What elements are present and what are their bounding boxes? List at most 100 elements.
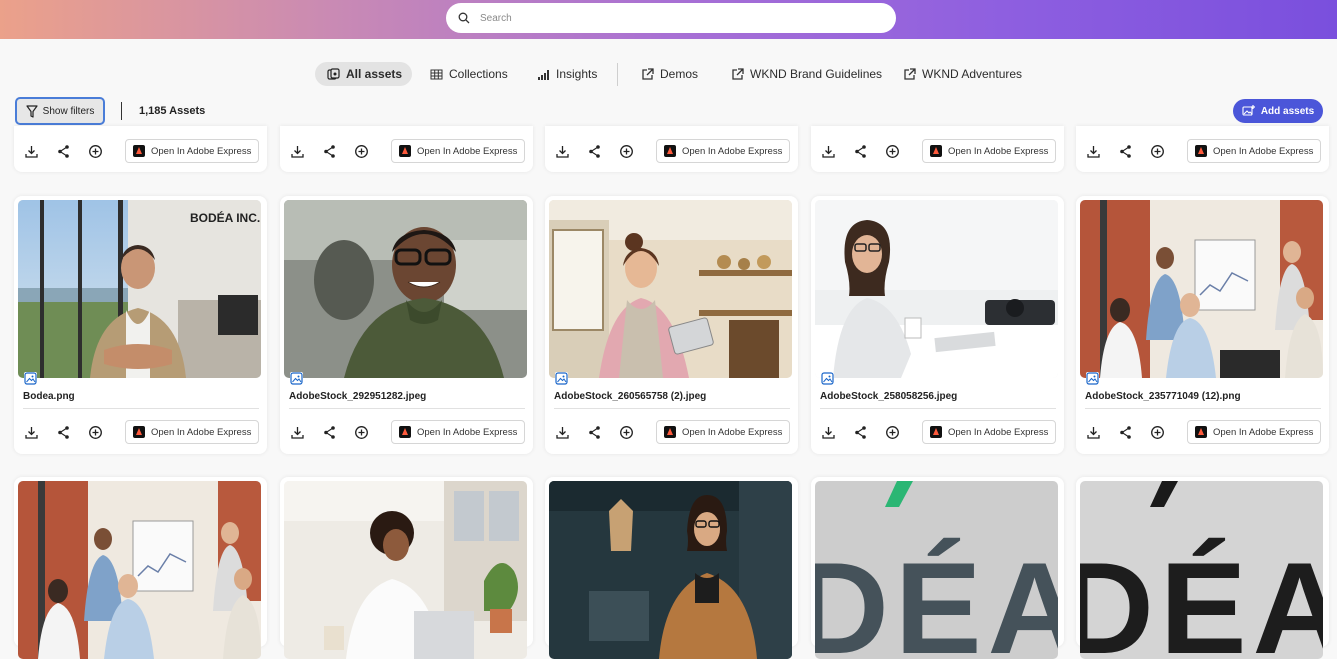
download-icon[interactable] xyxy=(821,425,836,440)
main-nav: All assets Collections Insights Demos WK… xyxy=(0,62,1337,86)
search-bar[interactable] xyxy=(446,3,896,33)
share-icon[interactable] xyxy=(587,144,602,159)
asset-card[interactable]: BODÉA INC. Bodea.png Open In Adobe Expre… xyxy=(14,196,267,454)
open-in-adobe-express-button[interactable]: Open In Adobe Express xyxy=(391,420,525,444)
add-to-collection-icon[interactable] xyxy=(885,144,900,159)
add-to-collection-icon[interactable] xyxy=(1150,144,1165,159)
open-in-adobe-express-label: Open In Adobe Express xyxy=(1213,145,1314,157)
open-in-adobe-express-label: Open In Adobe Express xyxy=(417,426,518,438)
adobe-express-icon xyxy=(664,426,676,438)
asset-thumbnail[interactable] xyxy=(18,481,261,659)
open-in-adobe-express-button[interactable]: Open In Adobe Express xyxy=(1187,139,1321,163)
asset-thumbnail[interactable]: DÉA I xyxy=(815,481,1058,659)
share-icon[interactable] xyxy=(853,425,868,440)
asset-card[interactable]: Open In Adobe Express xyxy=(811,126,1064,172)
open-in-adobe-express-button[interactable]: Open In Adobe Express xyxy=(656,139,790,163)
asset-card[interactable] xyxy=(280,477,533,659)
tab-insights[interactable]: Insights xyxy=(537,62,597,86)
asset-name: AdobeStock_258058256.jpeg xyxy=(820,391,958,402)
link-demos-label: Demos xyxy=(660,67,699,81)
link-demos[interactable]: Demos xyxy=(641,62,698,86)
asset-card[interactable]: Open In Adobe Express xyxy=(1076,126,1329,172)
add-to-collection-icon[interactable] xyxy=(88,425,103,440)
link-wknd-brand-guidelines[interactable]: WKND Brand Guidelines xyxy=(731,62,882,86)
add-to-collection-icon[interactable] xyxy=(885,425,900,440)
card-actions: Open In Adobe Express xyxy=(811,420,1064,444)
add-to-collection-icon[interactable] xyxy=(619,144,634,159)
open-in-adobe-express-button[interactable]: Open In Adobe Express xyxy=(922,139,1056,163)
asset-thumbnail[interactable] xyxy=(549,481,792,659)
download-icon[interactable] xyxy=(290,144,305,159)
asset-thumbnail[interactable]: DÉA I xyxy=(1080,481,1323,659)
asset-card[interactable]: AdobeStock_260565758 (2).jpeg Open In Ad… xyxy=(545,196,798,454)
card-actions: Open In Adobe Express xyxy=(14,139,267,163)
top-header xyxy=(0,0,1337,39)
open-in-adobe-express-label: Open In Adobe Express xyxy=(682,426,783,438)
external-link-icon xyxy=(642,67,654,80)
asset-card[interactable]: DÉA I xyxy=(1076,477,1329,659)
image-type-icon xyxy=(821,372,834,385)
open-in-adobe-express-button[interactable]: Open In Adobe Express xyxy=(922,420,1056,444)
asset-card[interactable]: AdobeStock_235771049 (12).png Open In Ad… xyxy=(1076,196,1329,454)
add-assets-button[interactable]: Add assets xyxy=(1233,99,1323,123)
download-icon[interactable] xyxy=(1086,144,1101,159)
download-icon[interactable] xyxy=(290,425,305,440)
share-icon[interactable] xyxy=(1118,425,1133,440)
download-icon[interactable] xyxy=(24,425,39,440)
woman-laptop-image xyxy=(284,481,527,659)
adobe-express-icon xyxy=(1195,426,1207,438)
asset-thumbnail[interactable] xyxy=(549,200,792,378)
share-icon[interactable] xyxy=(56,425,71,440)
asset-card[interactable]: AdobeStock_258058256.jpeg Open In Adobe … xyxy=(811,196,1064,454)
open-in-adobe-express-button[interactable]: Open In Adobe Express xyxy=(391,139,525,163)
asset-name: Bodea.png xyxy=(23,391,75,402)
share-icon[interactable] xyxy=(853,144,868,159)
asset-card[interactable]: AdobeStock_292951282.jpeg Open In Adobe … xyxy=(280,196,533,454)
asset-thumbnail[interactable] xyxy=(1080,200,1323,378)
asset-thumbnail[interactable] xyxy=(284,481,527,659)
logo-crop-text: DÉA I xyxy=(815,535,1058,659)
asset-thumbnail[interactable] xyxy=(284,200,527,378)
asset-card[interactable] xyxy=(14,477,267,659)
add-to-collection-icon[interactable] xyxy=(354,425,369,440)
open-in-adobe-express-button[interactable]: Open In Adobe Express xyxy=(656,420,790,444)
add-to-collection-icon[interactable] xyxy=(619,425,634,440)
asset-card[interactable]: Open In Adobe Express xyxy=(545,126,798,172)
adobe-express-icon xyxy=(133,426,145,438)
show-filters-button[interactable]: Show filters xyxy=(15,97,105,125)
asset-card[interactable]: Open In Adobe Express xyxy=(280,126,533,172)
add-to-collection-icon[interactable] xyxy=(88,144,103,159)
download-icon[interactable] xyxy=(821,144,836,159)
open-in-adobe-express-button[interactable]: Open In Adobe Express xyxy=(1187,420,1321,444)
asset-card[interactable] xyxy=(545,477,798,659)
card-divider xyxy=(289,408,525,409)
open-in-adobe-express-label: Open In Adobe Express xyxy=(151,426,252,438)
image-type-icon xyxy=(24,372,37,385)
asset-card[interactable]: DÉA I xyxy=(811,477,1064,659)
asset-card[interactable]: Open In Adobe Express xyxy=(14,126,267,172)
open-in-adobe-express-label: Open In Adobe Express xyxy=(948,426,1049,438)
open-in-adobe-express-label: Open In Adobe Express xyxy=(948,145,1049,157)
open-in-adobe-express-button[interactable]: Open In Adobe Express xyxy=(125,420,259,444)
share-icon[interactable] xyxy=(322,425,337,440)
tab-all-assets[interactable]: All assets xyxy=(315,62,413,86)
share-icon[interactable] xyxy=(587,425,602,440)
download-icon[interactable] xyxy=(1086,425,1101,440)
download-icon[interactable] xyxy=(24,144,39,159)
open-in-adobe-express-button[interactable]: Open In Adobe Express xyxy=(125,139,259,163)
tab-collections[interactable]: Collections xyxy=(430,62,508,86)
link-wknd-adventures[interactable]: WKND Adventures xyxy=(903,62,1022,86)
share-icon[interactable] xyxy=(1118,144,1133,159)
asset-thumbnail[interactable] xyxy=(815,200,1058,378)
add-to-collection-icon[interactable] xyxy=(1150,425,1165,440)
asset-thumbnail[interactable]: BODÉA INC. xyxy=(18,200,261,378)
add-to-collection-icon[interactable] xyxy=(354,144,369,159)
woman-desk-image xyxy=(815,200,1058,378)
office-meeting-image xyxy=(18,481,261,659)
share-icon[interactable] xyxy=(322,144,337,159)
download-icon[interactable] xyxy=(555,425,570,440)
adobe-express-icon xyxy=(664,145,676,157)
search-input[interactable] xyxy=(480,12,860,24)
share-icon[interactable] xyxy=(56,144,71,159)
download-icon[interactable] xyxy=(555,144,570,159)
